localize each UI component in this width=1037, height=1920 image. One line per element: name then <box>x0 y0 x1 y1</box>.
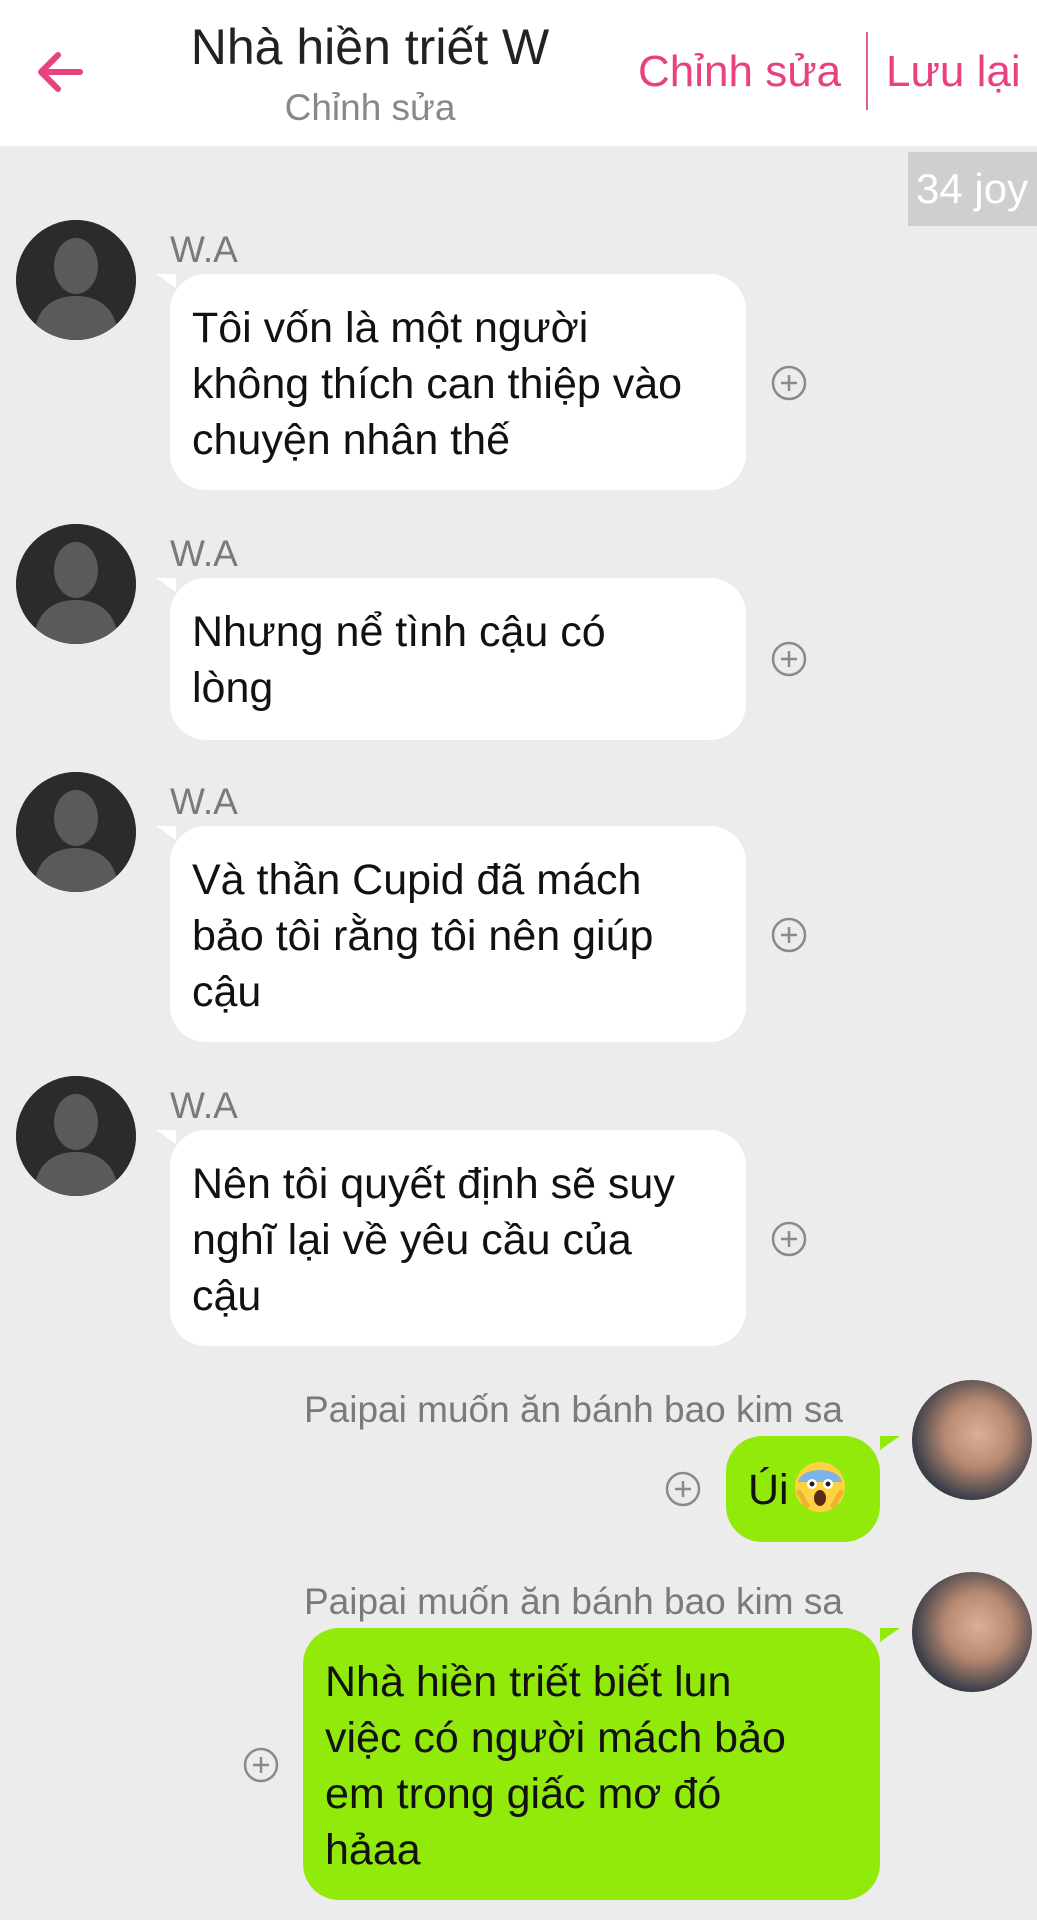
message-line: hảaa <box>325 1826 421 1874</box>
user-avatar[interactable] <box>912 1380 1032 1500</box>
sender-name: Paipai muốn ăn bánh bao kim sa <box>304 1389 843 1430</box>
avatar[interactable] <box>16 524 136 644</box>
bubble-tail <box>156 274 176 288</box>
person-silhouette-icon <box>16 772 136 892</box>
avatar[interactable] <box>16 1076 136 1196</box>
message-bubble[interactable]: Úi <box>726 1436 880 1542</box>
message-bubble[interactable]: Nhà hiền triết biết lun việc có người má… <box>303 1628 880 1900</box>
message-line: em trong giấc mơ đó <box>325 1770 722 1818</box>
top-bar: Nhà hiền triết W Chỉnh sửa Chỉnh sửa Lưu… <box>0 0 1037 146</box>
message-line: Nhưng nể tình cậu có <box>192 608 606 656</box>
message-bubble[interactable]: Tôi vốn là một người không thích can thi… <box>170 274 746 490</box>
add-reaction-icon[interactable] <box>770 640 808 678</box>
bubble-tail <box>156 1130 176 1144</box>
message-line: việc có người mách bảo <box>325 1714 786 1762</box>
message-bubble[interactable]: Và thần Cupid đã mách bảo tôi rằng tôi n… <box>170 826 746 1042</box>
message-text: Úi <box>748 1466 789 1514</box>
header-divider <box>866 32 868 110</box>
add-reaction-icon[interactable] <box>770 1220 808 1258</box>
save-button[interactable]: Lưu lại <box>886 46 1021 98</box>
message-line: nghĩ lại về yêu cầu của <box>192 1216 632 1264</box>
message-line: lòng <box>192 664 274 712</box>
add-reaction-icon[interactable] <box>664 1470 702 1508</box>
user-avatar[interactable] <box>912 1572 1032 1692</box>
message-line: Tôi vốn là một người <box>192 304 589 352</box>
person-silhouette-icon <box>16 1076 136 1196</box>
message-bubble[interactable]: Nên tôi quyết định sẽ suy nghĩ lại về yê… <box>170 1130 746 1346</box>
message-line: không thích can thiệp vào <box>192 360 683 408</box>
message-line: cậu <box>192 1272 262 1320</box>
bubble-tail <box>156 826 176 840</box>
chat-subtitle: Chỉnh sửa <box>284 87 456 128</box>
message-line: Nên tôi quyết định sẽ suy <box>192 1160 675 1208</box>
message-line: Úi <box>748 1462 858 1518</box>
chat-title: Nhà hiền triết W <box>190 19 550 75</box>
message-line: bảo tôi rằng tôi nên giúp <box>192 912 654 960</box>
sender-name: W.A <box>170 533 238 574</box>
message-bubble[interactable]: Nhưng nể tình cậu có lòng <box>170 578 746 740</box>
avatar[interactable] <box>16 220 136 340</box>
back-arrow-icon[interactable] <box>30 42 90 102</box>
edit-button[interactable]: Chỉnh sửa <box>638 46 841 98</box>
person-silhouette-icon <box>16 524 136 644</box>
sender-name: W.A <box>170 229 238 270</box>
person-silhouette-icon <box>16 220 136 340</box>
screaming-face-emoji-icon <box>794 1462 845 1512</box>
joy-counter-badge: 34 joy <box>908 152 1037 226</box>
sender-name: W.A <box>170 1085 238 1126</box>
message-line: Nhà hiền triết biết lun <box>325 1658 732 1706</box>
message-line: cậu <box>192 968 262 1016</box>
add-reaction-icon[interactable] <box>770 916 808 954</box>
add-reaction-icon[interactable] <box>770 364 808 402</box>
add-reaction-icon[interactable] <box>242 1746 280 1784</box>
sender-name: Paipai muốn ăn bánh bao kim sa <box>304 1581 843 1622</box>
bubble-tail <box>156 578 176 592</box>
message-line: Và thần Cupid đã mách <box>192 856 642 904</box>
bubble-tail <box>880 1436 900 1450</box>
bubble-tail <box>880 1628 900 1642</box>
message-line: chuyện nhân thế <box>192 416 510 464</box>
avatar[interactable] <box>16 772 136 892</box>
sender-name: W.A <box>170 781 238 822</box>
